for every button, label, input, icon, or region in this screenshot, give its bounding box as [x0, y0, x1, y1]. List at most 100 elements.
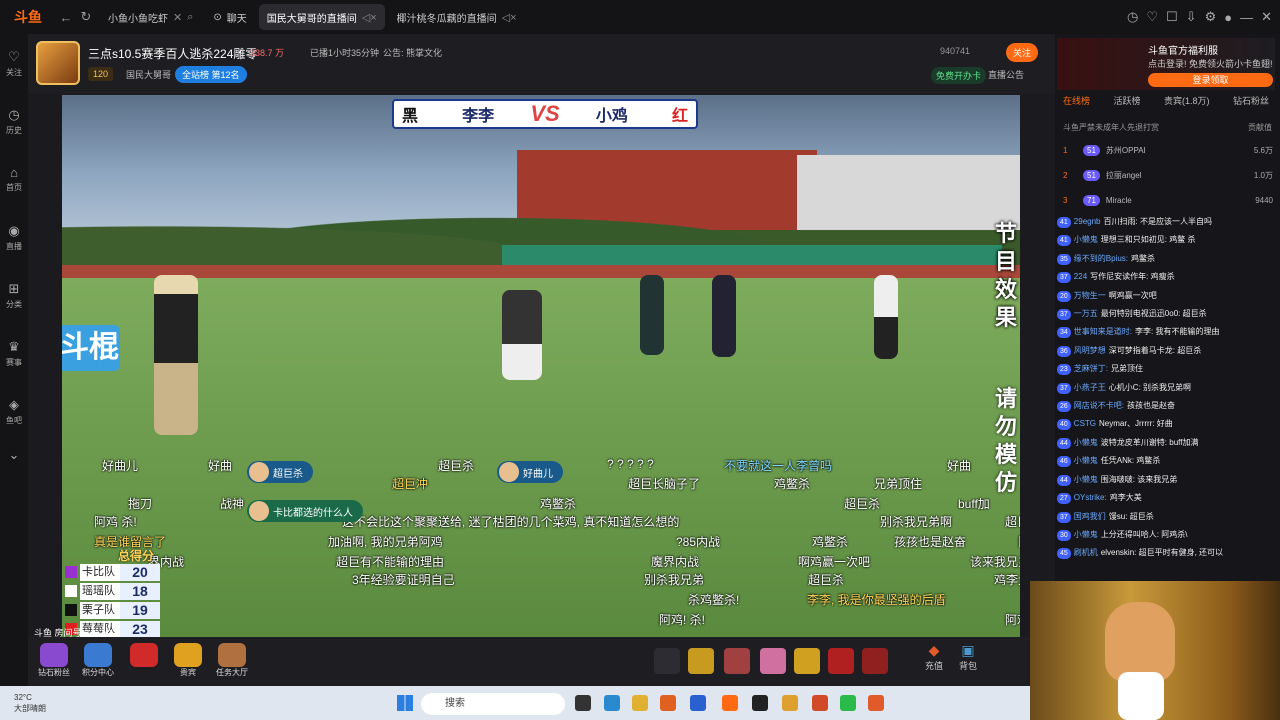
app-icon[interactable]	[752, 695, 768, 711]
settings-icon[interactable]: ⚙	[1205, 9, 1217, 25]
chat-list[interactable]: 41 29egnb 百川扫雨: 不是应该一人半自吗 41 小懒鬼 理想三和只如初见: 鸡鳖…	[1057, 213, 1275, 581]
weather-widget[interactable]: 32°C 大部晴朗	[14, 692, 46, 714]
app-icon[interactable]	[812, 695, 828, 711]
tab-1[interactable]: 小鱼小鱼吃虾 ✕ ⌕	[100, 4, 201, 30]
sidebar-item-home[interactable]: ⌂ 首页	[0, 150, 28, 208]
chat-message[interactable]: 44 小懒鬼 围海啵啵: 该来我兄弟	[1057, 471, 1275, 489]
sidebar-item-fishbar[interactable]: ◈ 鱼吧	[0, 382, 28, 440]
douyu-app-icon[interactable]	[722, 695, 738, 711]
douyu-logo[interactable]: 斗鱼	[0, 0, 56, 34]
gift-item-icon[interactable]	[688, 648, 714, 674]
chat-user-name[interactable]: 小懒鬼	[1074, 235, 1098, 244]
chat-user-name[interactable]: 29egnb	[1074, 217, 1101, 226]
minimize-icon[interactable]: —	[1240, 10, 1253, 25]
points-center-button[interactable]: 积分中心	[78, 643, 118, 679]
chat-user-name[interactable]: OYstrike:	[1074, 493, 1107, 502]
live-notice-link[interactable]: 直播公告	[988, 68, 1024, 81]
red-packet-button[interactable]	[124, 643, 164, 679]
tab-vip[interactable]: 贵宾(1.8万)	[1164, 94, 1210, 114]
wechat-icon[interactable]	[840, 695, 856, 711]
app-icon[interactable]	[690, 695, 706, 711]
host-avatar[interactable]	[36, 41, 80, 85]
firefox-icon[interactable]	[660, 695, 676, 711]
chat-user-name[interactable]: 网店说不卡吧:	[1074, 401, 1124, 410]
host-name[interactable]: 国民大舅哥	[126, 68, 171, 81]
refresh-icon[interactable]: ↻	[76, 9, 96, 25]
chat-user-name[interactable]: 国鸡我们	[1074, 512, 1106, 521]
chat-message[interactable]: 45 刷机机 elvenskin: 超巨平时有健身, 还可以	[1057, 544, 1275, 562]
chat-message[interactable]: 20 万物生一 啊鸡赢一次吧	[1057, 287, 1275, 305]
chat-user-name[interactable]: CSTG	[1074, 419, 1096, 428]
taskbar-search[interactable]: 搜索	[421, 693, 565, 715]
close-icon[interactable]: ✕	[173, 11, 182, 24]
heart-icon[interactable]: ♡	[1146, 9, 1158, 25]
bag-button[interactable]: ▣ 背包	[953, 642, 983, 672]
chat-message[interactable]: 34 世事知来是道时: 李李: 我有不能输的理由	[1057, 323, 1275, 341]
chat-user-name[interactable]: 224	[1074, 272, 1087, 281]
gift-item-icon[interactable]	[828, 648, 854, 674]
chat-message[interactable]: 30 小懒鬼 上分还得叫哈人: 阿鸡杀\	[1057, 526, 1275, 544]
chat-message[interactable]: 40 CSTG Neymar、Jrrrrr: 好曲	[1057, 415, 1275, 433]
app-icon[interactable]	[868, 695, 884, 711]
rank-row[interactable]: 3 71 Miracle 9440	[1063, 189, 1273, 211]
download-icon[interactable]: ⇩	[1186, 9, 1197, 25]
chat-message[interactable]: 41 29egnb 百川扫雨: 不是应该一人半自吗	[1057, 213, 1275, 231]
gift-item-icon[interactable]	[760, 648, 786, 674]
message-icon[interactable]: ☐	[1166, 9, 1178, 25]
rank-row[interactable]: 2 51 拉丽angel 1.0万	[1063, 164, 1273, 186]
chat-message[interactable]: 26 网店说不卡吧: 孩孩也是赵奋	[1057, 397, 1275, 415]
chat-user-name[interactable]: 一万五	[1074, 309, 1098, 318]
gift-item-icon[interactable]	[654, 648, 680, 674]
chat-user-name[interactable]: 刷机机	[1074, 548, 1098, 557]
tab-3[interactable]: 国民大舅哥的直播间 ◁×	[258, 4, 385, 30]
recharge-button[interactable]: ◆ 充值	[919, 642, 949, 672]
task-hall-button[interactable]: 任务大厅	[212, 643, 252, 679]
chat-message[interactable]: 27 OYstrike: 鸡李大美	[1057, 489, 1275, 507]
sidebar-item-esports[interactable]: ♛ 赛事	[0, 324, 28, 382]
chat-message[interactable]: 37 一万五 最何特别电视迅迅0o0: 超巨杀	[1057, 305, 1275, 323]
gift-item-icon[interactable]	[862, 648, 888, 674]
history-icon[interactable]: ◷	[1127, 9, 1138, 25]
chat-message[interactable]: 46 小懒鬼 任凭ANk: 鸡鳖杀	[1057, 452, 1275, 470]
user-avatar-icon[interactable]: ●	[1224, 10, 1232, 25]
chat-user-name[interactable]: 小懒鬼	[1074, 456, 1098, 465]
chat-user-name[interactable]: 风明梦想	[1074, 346, 1106, 355]
gift-item-icon[interactable]	[794, 648, 820, 674]
windows-start-icon[interactable]	[397, 695, 413, 711]
chat-user-name[interactable]: 小懒鬼	[1074, 530, 1098, 539]
ad-login-button[interactable]: 登录领取	[1148, 73, 1273, 87]
gift-item-icon[interactable]	[724, 648, 750, 674]
edge-icon[interactable]	[604, 695, 620, 711]
chevron-down-icon[interactable]: ⌄	[0, 440, 28, 470]
chat-message[interactable]: 35 缘不到的Bpius: 鸡鳖杀	[1057, 250, 1275, 268]
chat-message[interactable]: 36 风明梦想 深可梦指着马卡龙: 超巨杀	[1057, 342, 1275, 360]
mute-icon[interactable]: ◁×	[362, 11, 377, 24]
tab-4[interactable]: 椰汁桃冬瓜藕的直播间 ◁×	[389, 4, 525, 30]
rank-row[interactable]: 1 51 苏州OPPAI 5.6万	[1063, 139, 1273, 161]
tab-2[interactable]: ⊙ 聊天	[205, 4, 254, 30]
tab-online[interactable]: 在线榜	[1063, 94, 1090, 114]
tab-diamond[interactable]: 钻石粉丝	[1233, 94, 1269, 114]
chat-user-name[interactable]: 小懒鬼	[1074, 475, 1098, 484]
follow-button[interactable]: 关注	[1006, 43, 1039, 62]
back-icon[interactable]: ←	[56, 10, 76, 25]
chat-message[interactable]: 23 芝麻饼丁: 兄弟顶住	[1057, 360, 1275, 378]
rank-badge[interactable]: 全站榜 第12名	[175, 66, 247, 83]
chat-message[interactable]: 37 224 写作尼安读作年: 鸡瘦杀	[1057, 268, 1275, 286]
chat-user-name[interactable]: 世事知来是道时:	[1074, 327, 1132, 336]
chat-user-name[interactable]: 万物生一	[1074, 291, 1106, 300]
close-icon[interactable]: ✕	[1261, 9, 1272, 25]
sidebar-item-live[interactable]: ◉ 直播	[0, 208, 28, 266]
video-player[interactable]: 黑 李李 VS 小鸡 红 节目效果 请勿模仿 斗棍 好曲儿 好曲 超巨杀? ? ? …	[62, 95, 1020, 637]
vip-button[interactable]: 贵宾	[168, 643, 208, 679]
chat-message[interactable]: 41 小懒鬼 理想三和只如初见: 鸡鳖 杀	[1057, 231, 1275, 249]
folder-icon[interactable]	[632, 695, 648, 711]
chat-message[interactable]: 37 小燕子王 心机小C: 别杀我兄弟啊	[1057, 379, 1275, 397]
app-icon[interactable]	[782, 695, 798, 711]
sidebar-item-category[interactable]: ⊞ 分类	[0, 266, 28, 324]
sidebar-item-follow[interactable]: ♡ 关注	[0, 34, 28, 92]
tab-active[interactable]: 活跃榜	[1113, 94, 1140, 114]
search-icon[interactable]: ⌕	[187, 11, 193, 24]
chat-user-name[interactable]: 芝麻饼丁:	[1074, 364, 1108, 373]
free-card-button[interactable]: 免费开办卡	[931, 67, 987, 84]
